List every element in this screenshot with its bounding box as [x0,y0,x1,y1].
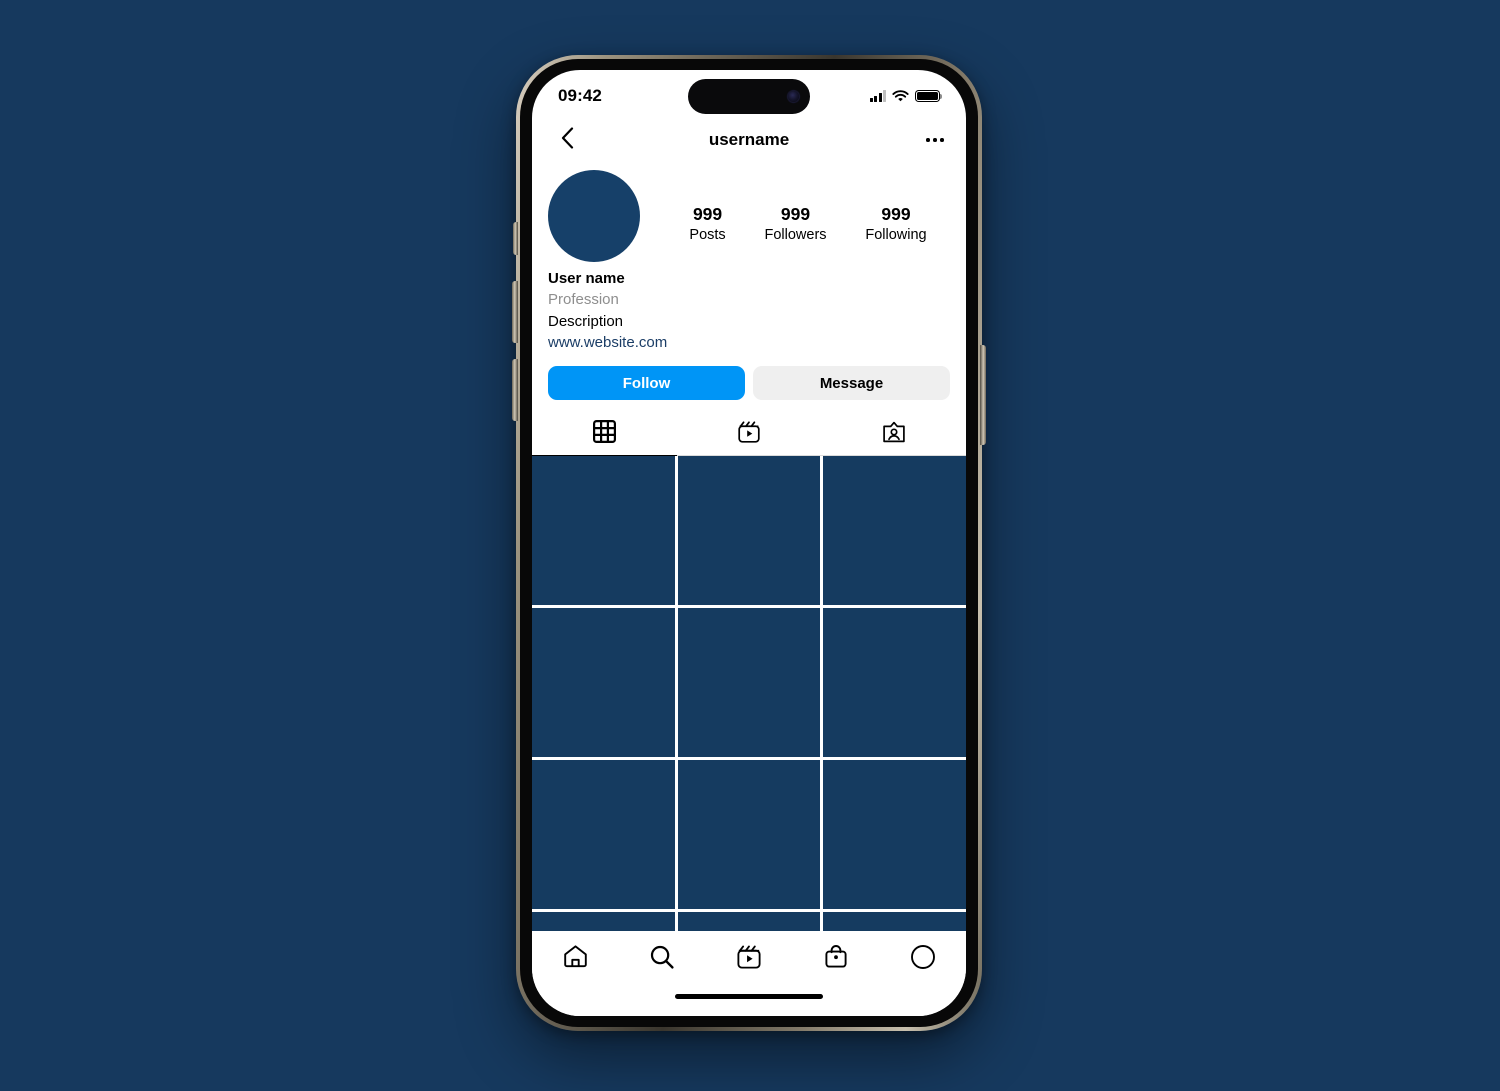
stat-posts-label: Posts [689,226,726,243]
ellipsis-icon-dot [940,138,944,142]
silent-switch-button[interactable] [513,222,518,255]
follow-button[interactable]: Follow [548,366,745,401]
ellipsis-icon-dot [933,138,937,142]
grid-icon [592,420,616,448]
profile-header-row: 999 Posts 999 Followers 999 Following [548,170,950,262]
post-tile[interactable] [532,608,675,758]
profile-website-link[interactable]: www.website.com [548,332,950,353]
tagged-person-icon [882,420,906,449]
nav-profile[interactable] [900,942,946,976]
home-icon [562,943,589,975]
status-bar-time: 09:42 [558,86,602,105]
back-button[interactable] [554,126,580,154]
status-bar-icons [869,89,943,103]
phone-bezel: 09:42 username 999 Posts 999 Followers 9… [520,59,978,1027]
profile-stats: 999 Posts 999 Followers 999 Following [640,204,950,245]
battery-full-icon [915,89,943,103]
status-bar: 09:42 [532,70,966,118]
post-tile[interactable] [532,456,675,606]
post-grid [532,456,966,941]
post-tile[interactable] [677,608,821,758]
profile-actions: Follow Message [548,366,950,401]
cellular-signal-icon [869,90,886,102]
post-tile[interactable] [823,760,966,910]
front-camera-icon [788,91,799,102]
message-button[interactable]: Message [753,366,950,401]
phone-screen: 09:42 username 999 Posts 999 Followers 9… [532,70,966,1016]
power-button[interactable] [980,345,986,445]
app-header: username [532,118,966,162]
stat-followers-value: 999 [780,204,811,224]
nav-home[interactable] [552,942,598,976]
profile-avatar[interactable] [548,170,640,262]
more-options-button[interactable] [926,138,944,142]
post-tile[interactable] [677,760,821,910]
stat-following-label: Following [865,226,927,243]
post-tile[interactable] [823,456,966,606]
shopping-bag-icon [823,944,849,975]
nav-search[interactable] [639,942,685,976]
chevron-left-icon [561,126,574,154]
stat-followers-label: Followers [764,226,827,243]
post-tile[interactable] [823,608,966,758]
reels-icon [736,944,762,975]
phone-frame: 09:42 username 999 Posts 999 Followers 9… [512,55,986,1031]
content-tabs [532,413,966,457]
nav-reels[interactable] [726,942,772,976]
search-icon [649,944,675,975]
tab-grid[interactable] [532,413,677,457]
tab-tagged[interactable] [821,413,966,456]
ellipsis-icon-dot [926,138,930,142]
reels-icon [737,420,761,449]
stat-posts[interactable]: 999 Posts [689,204,725,245]
profile-description: Description [548,312,624,330]
tab-reels[interactable] [677,413,822,456]
stat-following-value: 999 [881,204,911,224]
volume-down-button[interactable] [512,359,518,421]
bottom-nav [532,931,966,1016]
profile-section: 999 Posts 999 Followers 999 Following Us… [532,162,966,401]
profile-profession: Profession [548,291,619,309]
post-tile[interactable] [677,456,821,606]
wifi-icon [892,89,909,103]
page-title: username [708,130,790,149]
profile-full-name: User name [548,270,625,287]
stat-following[interactable]: 999 Following [865,204,926,245]
nav-shop[interactable] [813,942,859,976]
volume-up-button[interactable] [512,281,518,343]
stat-followers[interactable]: 999 Followers [764,204,826,245]
battery-level [917,92,938,100]
stat-posts-value: 999 [692,204,723,224]
profile-circle-icon [910,944,936,975]
profile-bio: User name Profession Description www.web… [548,268,950,353]
home-indicator[interactable] [675,993,823,999]
post-tile[interactable] [532,760,675,910]
dynamic-island [688,79,810,114]
